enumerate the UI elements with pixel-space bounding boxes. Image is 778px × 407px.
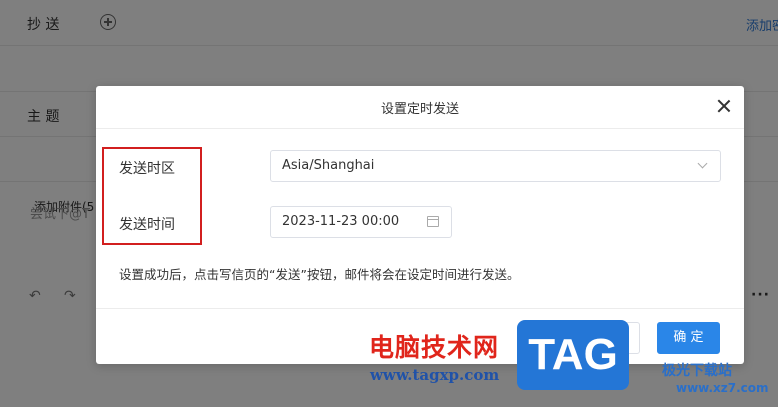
watermark-tag-logo: TAG bbox=[517, 320, 629, 390]
ok-button[interactable]: 确 定 bbox=[657, 322, 720, 354]
calendar-icon bbox=[427, 216, 439, 227]
chevron-down-icon bbox=[697, 158, 708, 169]
hint-text: 设置成功后，点击写信页的“发送”按钮，邮件将会在设定时间进行发送。 bbox=[119, 267, 520, 282]
timezone-value: Asia/Shanghai bbox=[282, 158, 375, 173]
highlight-box bbox=[102, 147, 202, 245]
watermark-site: 极光下载站 bbox=[662, 363, 732, 379]
dialog-title: 设置定时发送 bbox=[380, 102, 459, 117]
send-time-value: 2023-11-23 00:00 bbox=[282, 214, 400, 229]
footer-divider bbox=[96, 308, 744, 309]
close-icon[interactable] bbox=[716, 98, 732, 114]
timezone-select[interactable]: Asia/Shanghai bbox=[270, 150, 721, 182]
watermark-url: www.tagxp.com bbox=[370, 366, 500, 384]
watermark-site-url: www.xz7.com bbox=[676, 381, 769, 395]
send-time-picker[interactable]: 2023-11-23 00:00 bbox=[270, 206, 452, 238]
dialog-header: 设置定时发送 bbox=[96, 86, 744, 129]
schedule-send-dialog: 设置定时发送 发送时区 发送时间 Asia/Shanghai 2023-11-2… bbox=[96, 86, 744, 364]
watermark-brand: 电脑技术网 bbox=[369, 333, 500, 362]
